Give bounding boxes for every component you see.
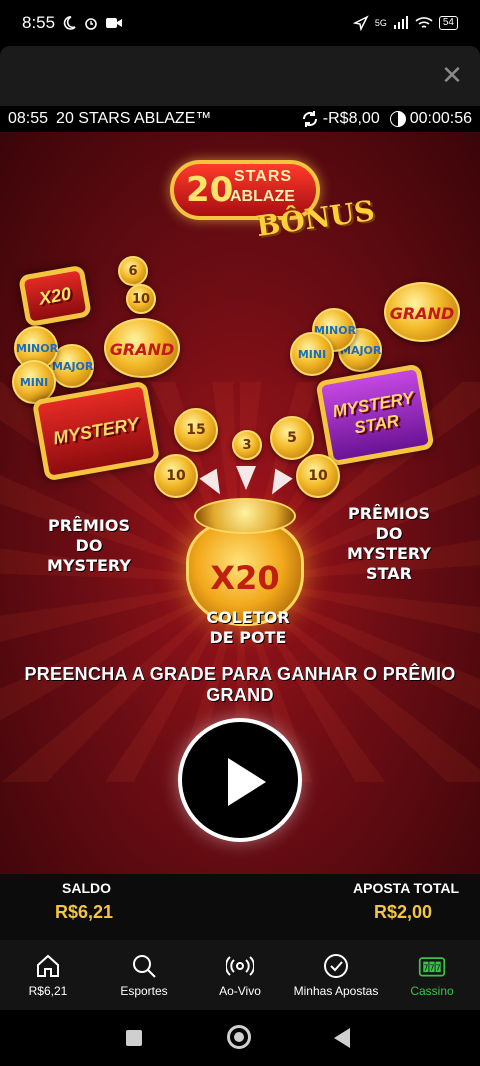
status-time: 8:55 <box>22 13 56 32</box>
coin-5: 5 <box>270 416 314 460</box>
slot-icon: 777 <box>418 957 446 977</box>
status-bar: 8:55 5G 54 <box>0 0 480 46</box>
session-amount: -R$8,00 <box>322 110 380 127</box>
network-type: 5G <box>374 18 387 28</box>
home-icon <box>37 954 59 977</box>
wifi-icon <box>415 17 433 28</box>
balance-label: SALDO <box>62 880 111 896</box>
session-timer: 00:00:56 <box>409 110 472 127</box>
game-info-bar: 08:55 20 STARS ABLAZE™ -R$8,00 00:00:56 <box>0 106 480 132</box>
nav-item-cassino[interactable]: 777 Cassino <box>384 940 480 1010</box>
balance-value: R$6,21 <box>55 902 114 922</box>
home-system-icon[interactable] <box>227 1025 251 1049</box>
search-icon <box>133 955 156 978</box>
coin-10-right: 10 <box>296 454 340 498</box>
video-icon <box>106 18 123 28</box>
total-bet-value: R$2,00 <box>374 902 433 922</box>
play-icon <box>228 758 266 806</box>
timer-icon <box>389 111 406 127</box>
pot-collector-label: COLETOR DE POTE <box>206 608 290 647</box>
system-nav-bar <box>0 1010 480 1066</box>
location-icon <box>352 15 369 31</box>
sheet-header: ✕ <box>0 46 480 106</box>
nav-item-esportes[interactable]: Esportes <box>96 940 192 1010</box>
svg-text:7: 7 <box>436 963 441 972</box>
nav-item-ao-vivo[interactable]: Ao-Vivo <box>192 940 288 1010</box>
balance-bar: SALDO R$6,21 APOSTA TOTAL R$2,00 <box>0 874 480 940</box>
coin-15: 15 <box>174 408 218 452</box>
alarm-icon <box>85 18 97 30</box>
coin-10: 10 <box>126 284 156 314</box>
mystery-star-prizes-label: PRÊMIOS DO MYSTERY STAR <box>347 504 431 583</box>
coin-3: 3 <box>232 430 262 460</box>
svg-text:7: 7 <box>429 963 434 972</box>
pot-coins <box>194 498 296 534</box>
bottom-nav: R$6,21 Esportes Ao-Vivo Minhas Apostas 7… <box>0 940 480 1010</box>
grand-coin-left: GRAND <box>104 318 180 378</box>
grand-coin-right: GRAND <box>384 282 460 342</box>
live-icon <box>226 956 254 976</box>
moon-icon <box>63 16 76 30</box>
battery-level: 54 <box>438 16 458 30</box>
check-circle-icon <box>324 954 348 978</box>
game-canvas: 20 STARS ABLAZE BÔNUS X20 6 10 GRAND MAJ… <box>0 132 480 874</box>
close-icon[interactable]: ✕ <box>440 62 464 88</box>
game-title: 20 STARS ABLAZE™ <box>56 110 212 127</box>
coin-6: 6 <box>118 256 148 286</box>
signal-icon <box>393 16 408 29</box>
arrow-icon <box>236 466 256 490</box>
game-clock: 08:55 <box>8 110 49 127</box>
svg-text:7: 7 <box>423 963 428 972</box>
refresh-icon <box>302 111 317 127</box>
nav-item-home[interactable]: R$6,21 <box>0 940 96 1010</box>
x20-card: X20 <box>17 264 93 328</box>
mini-coin-right: MINI <box>290 332 334 376</box>
total-bet-label: APOSTA TOTAL <box>353 880 460 896</box>
nav-item-minhas-apostas[interactable]: Minhas Apostas <box>288 940 384 1010</box>
coin-10-left: 10 <box>154 454 198 498</box>
mystery-prizes-label: PRÊMIOS DO MYSTERY <box>47 516 131 575</box>
play-button[interactable] <box>178 718 302 842</box>
back-icon[interactable] <box>334 1028 350 1048</box>
mystery-star-card: MYSTERY STAR <box>315 363 435 467</box>
instruction-text: PREENCHA A GRADE PARA GANHAR O PRÊMIO GR… <box>24 664 456 705</box>
recents-icon[interactable] <box>126 1030 142 1046</box>
